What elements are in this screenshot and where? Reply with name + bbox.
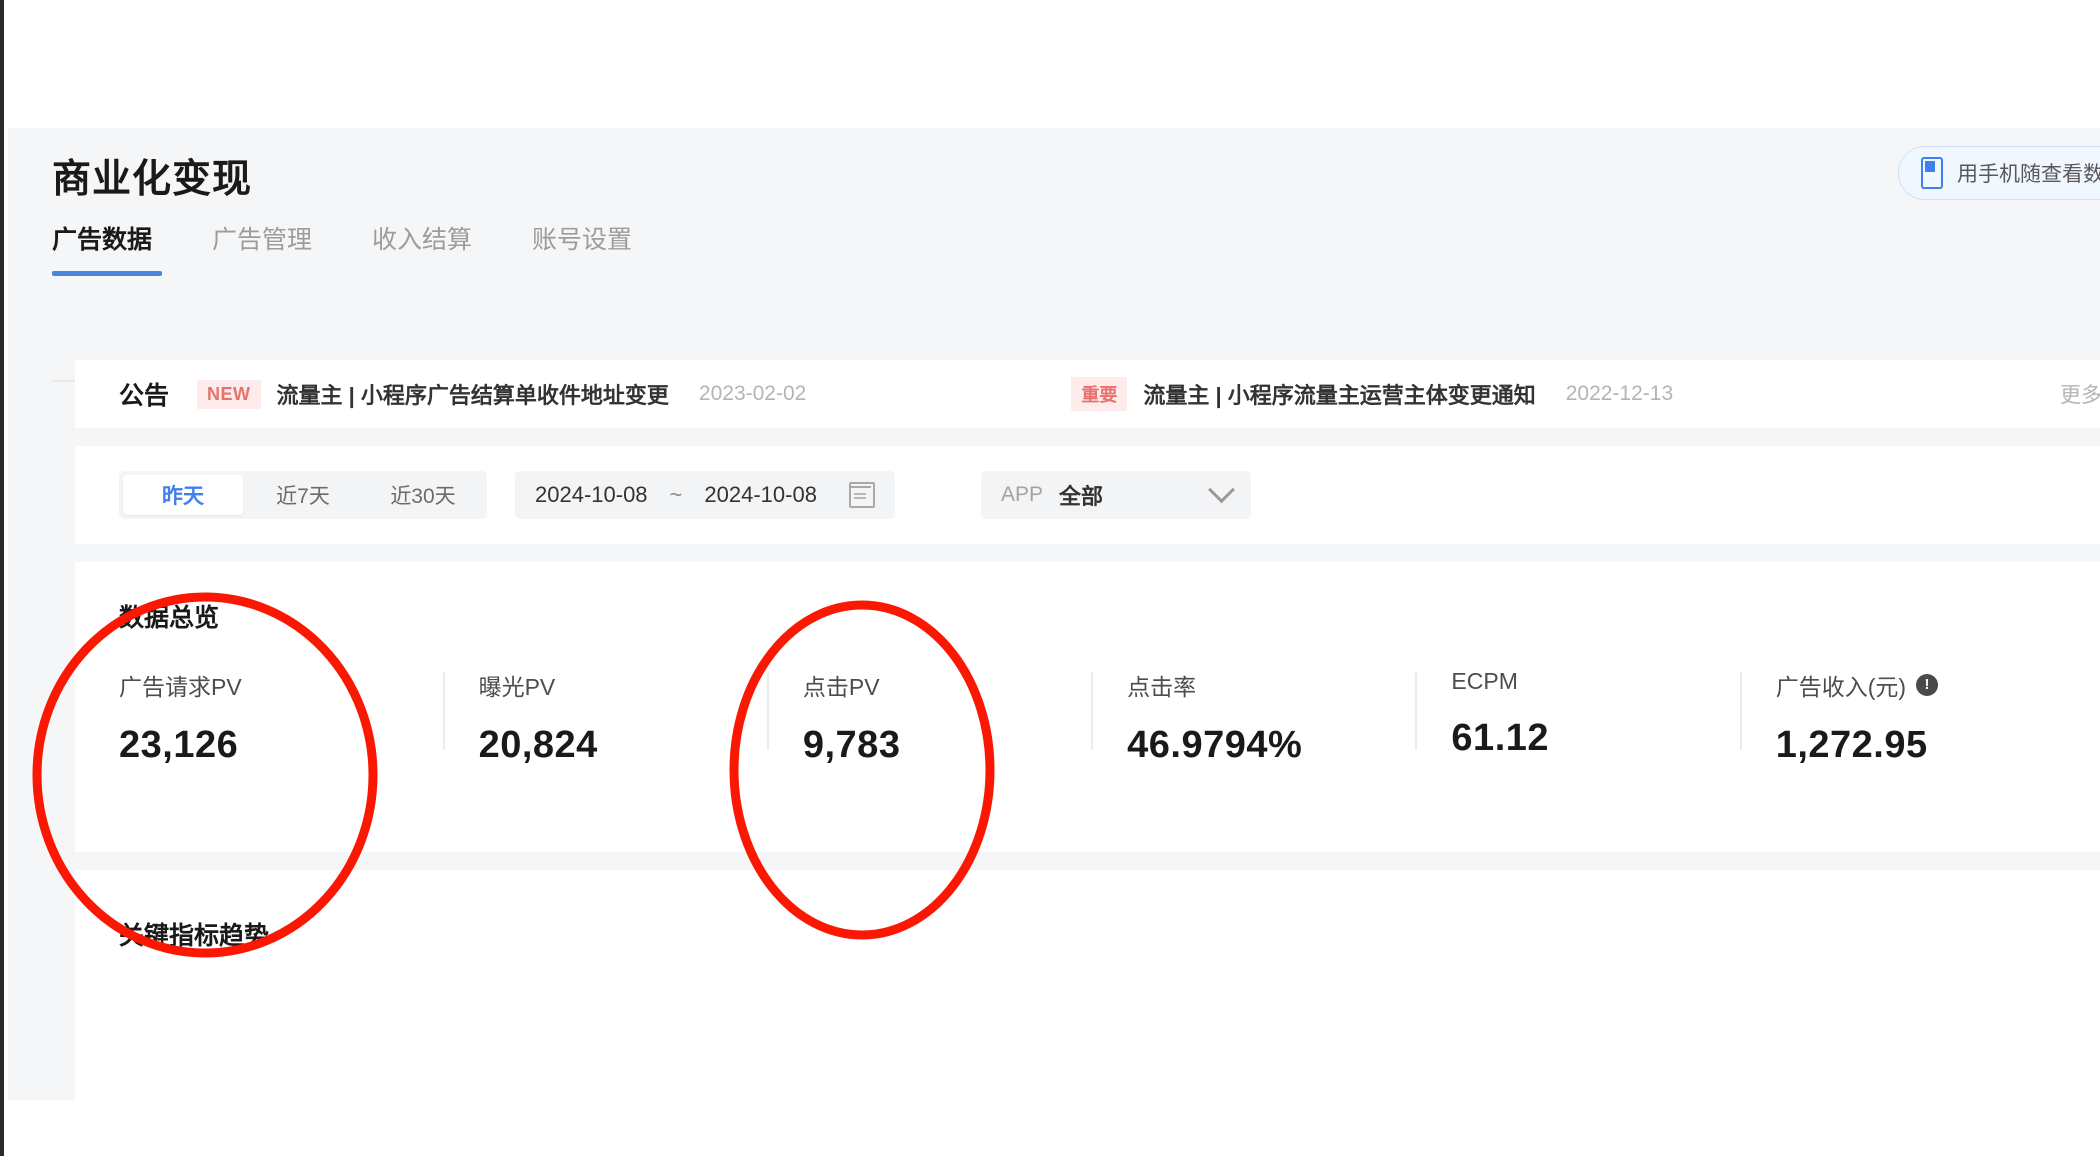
tab-account-settings[interactable]: 账号设置 <box>532 220 660 276</box>
filter-card: 昨天 近7天 近30天 2024-10-08 ~ 2024-10-08 APP … <box>75 446 2100 544</box>
metric-label: 点击PV <box>803 668 1091 702</box>
metric-label-text: 广告请求PV <box>119 674 242 700</box>
metric-label-text: 广告收入(元) <box>1775 674 1907 700</box>
phone-icon <box>1921 157 1943 189</box>
metric-label: 广告收入(元) ! <box>1776 668 2064 702</box>
announcement-link-2[interactable]: 流量主 | 小程序流量主运营主体变更通知 <box>1143 378 1535 410</box>
metric-value: 20,824 <box>478 724 598 766</box>
metric-exposure-pv: 曝光PV 20,824 <box>442 668 767 767</box>
metric-label-text: ECPM <box>1451 668 1518 694</box>
page-title: 商业化变现 <box>52 158 253 201</box>
metric-click-rate: 点击率 46.9794% <box>1091 668 1415 767</box>
key-metric-trend-card: 关键指标趋势 <box>75 870 2100 1100</box>
announcement-date-1: 2023-02-02 <box>698 382 807 405</box>
data-overview-card: 数据总览 广告请求PV 23,126 曝光PV 20,824 点击PV 9,78… <box>75 562 2100 852</box>
metric-label: ECPM <box>1451 668 1739 695</box>
announcement-item-2: 重要 流量主 | 小程序流量主运营主体变更通知 2022-12-13 <box>1071 377 1673 411</box>
viewport-bottom-strip <box>0 1100 2100 1156</box>
metric-value: 46.9794% <box>1127 724 1303 766</box>
metric-ad-revenue: 广告收入(元) ! 1,272.95 <box>1739 668 2064 767</box>
metric-value: 9,783 <box>802 724 901 766</box>
tab-ad-management[interactable]: 广告管理 <box>212 220 340 276</box>
range-chip-yesterday[interactable]: 昨天 <box>123 475 243 515</box>
tab-bar[interactable]: 广告数据 广告管理 收入结算 账号设置 <box>52 220 692 276</box>
announcement-badge-new: NEW <box>197 379 261 409</box>
mobile-view-button[interactable]: 用手机随查看数 <box>1898 146 2100 200</box>
calendar-icon[interactable] <box>848 482 875 508</box>
metric-ad-request-pv: 广告请求PV 23,126 <box>119 668 443 767</box>
data-overview-title: 数据总览 <box>119 604 220 632</box>
metric-value: 1,272.95 <box>1775 724 1928 766</box>
announcement-link-1[interactable]: 流量主 | 小程序广告结算单收件地址变更 <box>277 378 669 410</box>
metric-label-text: 点击率 <box>1127 674 1197 700</box>
date-range-start[interactable]: 2024-10-08 <box>535 482 648 508</box>
metric-label-text: 曝光PV <box>478 674 556 700</box>
announcement-card: 公告 NEW 流量主 | 小程序广告结算单收件地址变更 2023-02-02 重… <box>75 360 2100 428</box>
viewport-left-edge <box>0 0 4 1156</box>
metric-label-text: 点击PV <box>802 674 880 700</box>
announcement-label: 公告 <box>119 382 170 410</box>
metric-label: 点击率 <box>1127 668 1415 702</box>
metric-value: 61.12 <box>1451 717 1550 759</box>
quick-range-group[interactable]: 昨天 近7天 近30天 <box>119 471 487 519</box>
chevron-down-icon[interactable] <box>1208 475 1235 503</box>
tab-ad-data[interactable]: 广告数据 <box>52 220 180 276</box>
metric-label: 曝光PV <box>479 668 767 702</box>
mobile-view-button-label: 用手机随查看数 <box>1957 163 2100 186</box>
console-page: 商业化变现 用手机随查看数 广告数据 广告管理 收入结算 账号设置 公告 NEW… <box>8 128 2100 1100</box>
date-range-end[interactable]: 2024-10-08 <box>704 482 817 508</box>
metric-label: 广告请求PV <box>119 668 443 702</box>
date-range-picker[interactable]: 2024-10-08 ~ 2024-10-08 <box>515 471 895 519</box>
range-chip-last-7-days[interactable]: 近7天 <box>243 475 363 515</box>
announcement-date-2: 2022-12-13 <box>1565 382 1674 405</box>
metric-click-pv: 点击PV 9,783 <box>766 668 1091 767</box>
metric-ecpm: ECPM 61.12 <box>1415 668 1739 767</box>
info-icon[interactable]: ! <box>1916 674 1939 696</box>
metric-value: 23,126 <box>119 724 239 766</box>
browser-chrome-strip <box>0 0 2100 128</box>
range-chip-last-30-days[interactable]: 近30天 <box>363 475 483 515</box>
announcement-badge-important: 重要 <box>1071 377 1128 411</box>
tab-revenue-settlement[interactable]: 收入结算 <box>372 220 500 276</box>
app-filter-value: 全部 <box>1058 484 1103 509</box>
app-filter-label: APP <box>1000 483 1043 506</box>
key-metric-trend-title: 关键指标趋势 <box>119 922 270 950</box>
metric-list: 广告请求PV 23,126 曝光PV 20,824 点击PV 9,783 点击率 <box>119 668 2064 767</box>
app-filter-select[interactable]: APP 全部 <box>980 471 1251 519</box>
date-range-separator: ~ <box>669 482 683 507</box>
announcement-more-link[interactable]: 更多 <box>2060 379 2100 409</box>
